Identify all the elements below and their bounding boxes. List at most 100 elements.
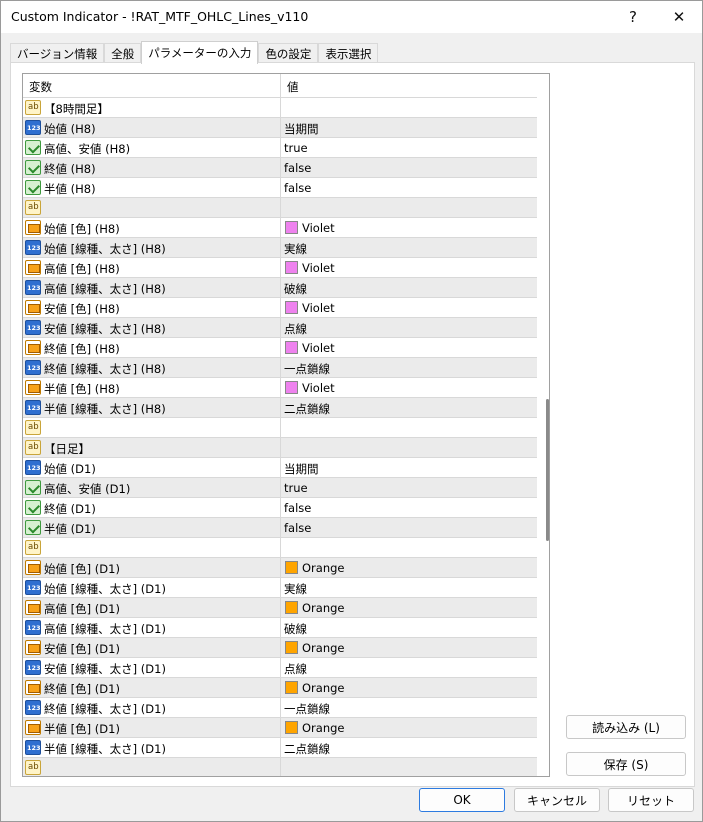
parameter-value[interactable]: 二点鎖線 <box>284 401 330 417</box>
string-type-icon <box>25 540 41 555</box>
table-row[interactable]: 【日足】 <box>23 438 538 458</box>
table-row[interactable] <box>23 418 538 438</box>
color-type-icon <box>25 260 41 275</box>
tab-bar: バージョン情報 全般 パラメーターの入力 色の設定 表示選択 <box>10 41 379 64</box>
table-row[interactable] <box>23 198 538 218</box>
tab-input-parameters[interactable]: パラメーターの入力 <box>141 41 259 64</box>
color-swatch[interactable] <box>285 641 298 654</box>
parameter-value[interactable]: 点線 <box>284 321 307 337</box>
reset-button[interactable]: リセット <box>608 788 694 812</box>
table-row[interactable]: 半値 [色] (D1) Orange <box>23 718 538 738</box>
table-row[interactable]: 終値 (D1) false <box>23 498 538 518</box>
table-row[interactable]: 安値 [色] (H8) Violet <box>23 298 538 318</box>
table-row[interactable]: 始値 (D1) 当期間 <box>23 458 538 478</box>
parameter-value[interactable]: Orange <box>302 601 345 615</box>
table-row[interactable] <box>23 758 538 776</box>
parameter-name: 高値、安値 (H8) <box>44 142 131 156</box>
tab-general[interactable]: 全般 <box>104 43 142 64</box>
parameter-value[interactable]: true <box>284 141 308 155</box>
table-row[interactable]: 終値 [線種、太さ] (D1) 一点鎖線 <box>23 698 538 718</box>
table-row[interactable]: 安値 [色] (D1) Orange <box>23 638 538 658</box>
save-button[interactable]: 保存 (S) <box>566 752 686 776</box>
parameter-value[interactable]: false <box>284 161 311 175</box>
color-swatch[interactable] <box>285 261 298 274</box>
parameter-value[interactable]: false <box>284 181 311 195</box>
tab-version-info[interactable]: バージョン情報 <box>10 43 105 64</box>
table-row[interactable]: 始値 (H8) 当期間 <box>23 118 538 138</box>
boolean-type-icon <box>25 140 41 155</box>
string-type-icon <box>25 100 41 115</box>
table-row[interactable]: 始値 [色] (D1) Orange <box>23 558 538 578</box>
parameter-value[interactable]: 二点鎖線 <box>284 741 330 757</box>
parameter-value[interactable]: false <box>284 521 311 535</box>
tab-visualization[interactable]: 表示選択 <box>318 43 379 64</box>
table-row[interactable]: 始値 [線種、太さ] (D1) 実線 <box>23 578 538 598</box>
cell-divider <box>280 478 281 498</box>
help-button[interactable]: ? <box>610 1 656 33</box>
tab-color-settings[interactable]: 色の設定 <box>258 43 319 64</box>
cell-divider <box>280 618 281 638</box>
table-row[interactable]: 半値 [線種、太さ] (D1) 二点鎖線 <box>23 738 538 758</box>
color-swatch[interactable] <box>285 221 298 234</box>
table-row[interactable]: 始値 [色] (H8) Violet <box>23 218 538 238</box>
table-row[interactable] <box>23 538 538 558</box>
table-row[interactable]: 高値 [色] (D1) Orange <box>23 598 538 618</box>
ok-button[interactable]: OK <box>419 788 505 812</box>
table-row[interactable]: 終値 [色] (D1) Orange <box>23 678 538 698</box>
scrollbar-thumb[interactable] <box>546 399 549 541</box>
parameter-value[interactable]: 一点鎖線 <box>284 361 330 377</box>
table-row[interactable]: 高値、安値 (D1) true <box>23 478 538 498</box>
table-row[interactable]: 終値 (H8) false <box>23 158 538 178</box>
parameter-name: 半値 [線種、太さ] (D1) <box>44 742 166 756</box>
table-row[interactable]: 安値 [線種、太さ] (H8) 点線 <box>23 318 538 338</box>
parameter-value[interactable]: Orange <box>302 681 345 695</box>
table-row[interactable]: 半値 [線種、太さ] (H8) 二点鎖線 <box>23 398 538 418</box>
table-row[interactable]: 始値 [線種、太さ] (H8) 実線 <box>23 238 538 258</box>
color-swatch[interactable] <box>285 601 298 614</box>
parameter-value[interactable]: Violet <box>302 381 335 395</box>
parameter-value[interactable]: Violet <box>302 221 335 235</box>
table-row[interactable]: 終値 [色] (H8) Violet <box>23 338 538 358</box>
parameter-value[interactable]: Orange <box>302 641 345 655</box>
table-row[interactable]: 高値 [線種、太さ] (D1) 破線 <box>23 618 538 638</box>
table-row[interactable]: 高値 [色] (H8) Violet <box>23 258 538 278</box>
color-swatch[interactable] <box>285 341 298 354</box>
column-divider[interactable] <box>280 74 281 98</box>
parameter-value[interactable]: 当期間 <box>284 121 319 137</box>
parameter-name: 始値 [線種、太さ] (D1) <box>44 582 166 596</box>
color-swatch[interactable] <box>285 301 298 314</box>
close-button[interactable]: ✕ <box>656 1 702 33</box>
parameter-value[interactable]: Orange <box>302 561 345 575</box>
color-swatch[interactable] <box>285 721 298 734</box>
table-row[interactable]: 高値、安値 (H8) true <box>23 138 538 158</box>
table-row[interactable]: 半値 (D1) false <box>23 518 538 538</box>
parameter-value[interactable]: Violet <box>302 261 335 275</box>
parameter-name: 始値 (H8) <box>44 122 96 136</box>
table-row[interactable]: 半値 (H8) false <box>23 178 538 198</box>
table-row[interactable]: 半値 [色] (H8) Violet <box>23 378 538 398</box>
table-row[interactable]: 終値 [線種、太さ] (H8) 一点鎖線 <box>23 358 538 378</box>
color-swatch[interactable] <box>285 381 298 394</box>
parameter-value[interactable]: 点線 <box>284 661 307 677</box>
parameter-value[interactable]: 実線 <box>284 581 307 597</box>
parameter-value[interactable]: 実線 <box>284 241 307 257</box>
load-button[interactable]: 読み込み (L) <box>566 715 686 739</box>
parameter-value[interactable]: 破線 <box>284 621 307 637</box>
parameter-value[interactable]: 一点鎖線 <box>284 701 330 717</box>
parameter-value[interactable]: Violet <box>302 341 335 355</box>
parameter-value[interactable]: false <box>284 501 311 515</box>
parameter-value[interactable]: 当期間 <box>284 461 319 477</box>
parameter-value[interactable]: 破線 <box>284 281 307 297</box>
parameter-name: 終値 [線種、太さ] (H8) <box>44 362 166 376</box>
table-row[interactable]: 【8時間足】 <box>23 98 538 118</box>
color-swatch[interactable] <box>285 681 298 694</box>
parameter-value[interactable]: Orange <box>302 721 345 735</box>
cancel-button[interactable]: キャンセル <box>514 788 600 812</box>
color-swatch[interactable] <box>285 561 298 574</box>
parameter-value[interactable]: true <box>284 481 308 495</box>
table-row[interactable]: 安値 [線種、太さ] (D1) 点線 <box>23 658 538 678</box>
column-header-variable[interactable]: 変数 <box>29 79 52 95</box>
table-row[interactable]: 高値 [線種、太さ] (H8) 破線 <box>23 278 538 298</box>
column-header-value[interactable]: 値 <box>287 79 299 95</box>
parameter-value[interactable]: Violet <box>302 301 335 315</box>
